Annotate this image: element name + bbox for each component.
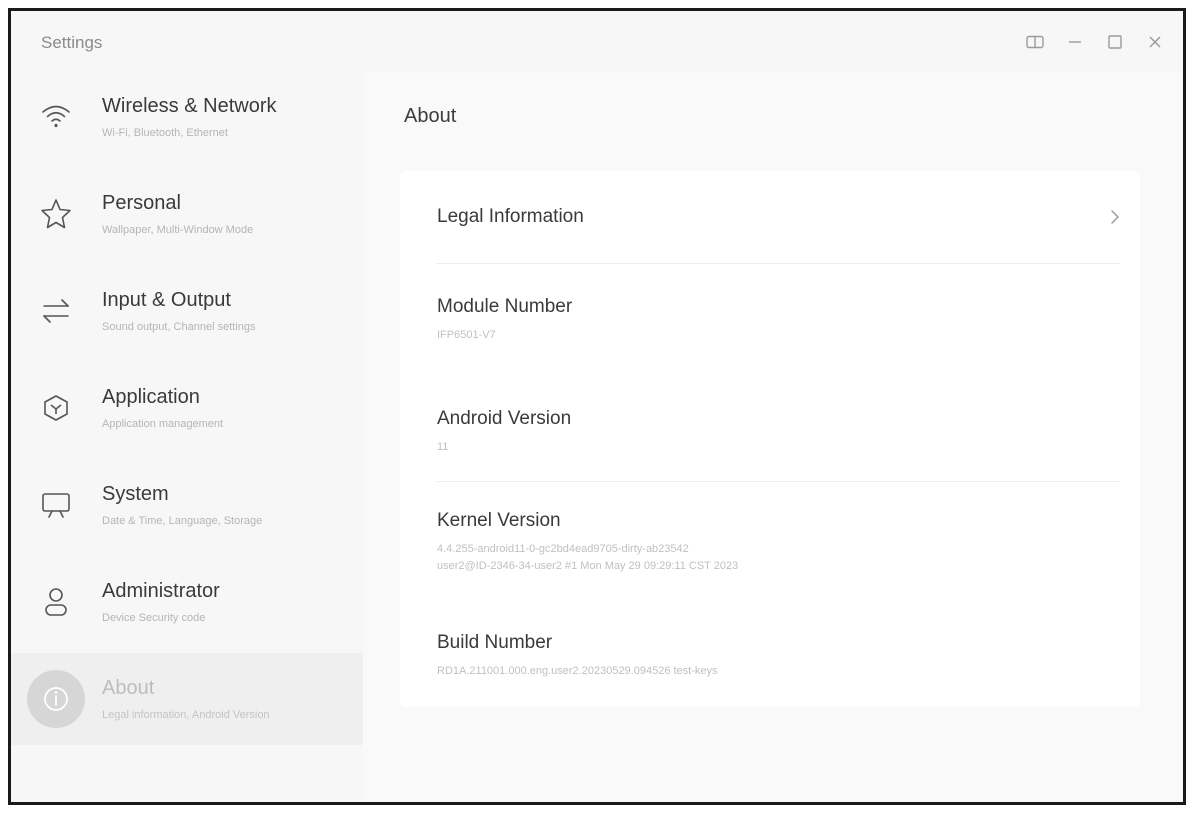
minimize-icon bbox=[1069, 41, 1081, 43]
build-number-row: Build Number RD1A.211001.000.eng.user2.2… bbox=[400, 599, 1140, 707]
swap-arrows-icon bbox=[38, 293, 74, 329]
main-content: About Legal Information Module Number IF… bbox=[363, 71, 1183, 802]
row-title: Kernel Version bbox=[437, 510, 561, 531]
sidebar-item-personal[interactable]: Personal Wallpaper, Multi-Window Mode bbox=[11, 168, 363, 260]
row-value-line-2: user2@ID-2346-34-user2 #1 Mon May 29 09:… bbox=[437, 560, 739, 572]
row-title: Module Number bbox=[437, 296, 573, 317]
app-title: Settings bbox=[41, 33, 103, 52]
row-title: Legal Information bbox=[437, 206, 584, 227]
kernel-version-row: Kernel Version 4.4.255-android11-0-gc2bd… bbox=[400, 481, 1140, 599]
wifi-icon bbox=[38, 99, 74, 135]
sidebar-item-about[interactable]: About Legal information, Android Version bbox=[11, 653, 363, 745]
window-controls bbox=[1015, 29, 1175, 55]
sidebar-item-wireless-network[interactable]: Wireless & Network Wi-Fi, Bluetooth, Eth… bbox=[11, 71, 363, 163]
title-bar: Settings bbox=[11, 11, 1183, 71]
sidebar-item-subtitle: Wi-Fi, Bluetooth, Ethernet bbox=[102, 127, 228, 139]
sidebar-item-subtitle: Date & Time, Language, Storage bbox=[102, 515, 263, 527]
info-icon bbox=[27, 670, 85, 728]
sidebar-item-system[interactable]: System Date & Time, Language, Storage bbox=[11, 459, 363, 551]
sidebar-item-label: Personal bbox=[102, 192, 181, 214]
chevron-right-icon bbox=[1110, 209, 1120, 230]
about-icon-wrapper bbox=[27, 670, 85, 728]
sidebar-item-input-output[interactable]: Input & Output Sound output, Channel set… bbox=[11, 265, 363, 357]
row-value: 11 bbox=[437, 441, 449, 453]
sidebar: Wireless & Network Wi-Fi, Bluetooth, Eth… bbox=[11, 71, 363, 802]
sidebar-item-label: Wireless & Network bbox=[102, 95, 277, 117]
sidebar-item-label: System bbox=[102, 483, 169, 505]
app-cube-icon bbox=[38, 390, 74, 426]
row-title: Build Number bbox=[437, 632, 553, 653]
sidebar-item-application[interactable]: Application Application management bbox=[11, 362, 363, 454]
row-value: RD1A.211001.000.eng.user2.20230529.09452… bbox=[437, 665, 718, 677]
monitor-icon bbox=[38, 487, 74, 523]
sidebar-item-label: Administrator bbox=[102, 580, 220, 602]
sidebar-item-label: Input & Output bbox=[102, 289, 231, 311]
close-button[interactable] bbox=[1135, 29, 1175, 55]
sidebar-item-subtitle: Application management bbox=[102, 418, 224, 430]
android-version-row: Android Version 11 bbox=[400, 373, 1140, 481]
sidebar-item-subtitle: Legal information, Android Version bbox=[102, 709, 270, 721]
user-icon bbox=[38, 584, 74, 620]
star-icon bbox=[38, 196, 74, 232]
sidebar-item-label: About bbox=[102, 677, 155, 699]
legal-information-row[interactable]: Legal Information bbox=[400, 171, 1140, 263]
about-card: Legal Information Module Number IFP6501-… bbox=[400, 171, 1140, 707]
sidebar-item-label: Application bbox=[102, 386, 200, 408]
maximize-icon bbox=[1108, 35, 1122, 49]
sidebar-item-subtitle: Sound output, Channel settings bbox=[102, 321, 256, 333]
split-view-icon bbox=[1026, 35, 1044, 49]
split-view-button[interactable] bbox=[1015, 29, 1055, 55]
row-title: Android Version bbox=[437, 408, 572, 429]
page-title: About bbox=[404, 105, 457, 127]
row-value: IFP6501-V7 bbox=[437, 329, 496, 341]
row-value-line-1: 4.4.255-android11-0-gc2bd4ead9705-dirty-… bbox=[437, 543, 689, 555]
maximize-button[interactable] bbox=[1095, 29, 1135, 55]
settings-window: Settings Wireless & Network Wi-Fi, Bluet… bbox=[8, 8, 1186, 805]
minimize-button[interactable] bbox=[1055, 29, 1095, 55]
module-number-row: Module Number IFP6501-V7 bbox=[400, 263, 1140, 373]
sidebar-item-administrator[interactable]: Administrator Device Security code bbox=[11, 556, 363, 648]
close-icon bbox=[1149, 36, 1161, 48]
sidebar-item-subtitle: Device Security code bbox=[102, 612, 206, 624]
sidebar-item-subtitle: Wallpaper, Multi-Window Mode bbox=[102, 224, 254, 236]
